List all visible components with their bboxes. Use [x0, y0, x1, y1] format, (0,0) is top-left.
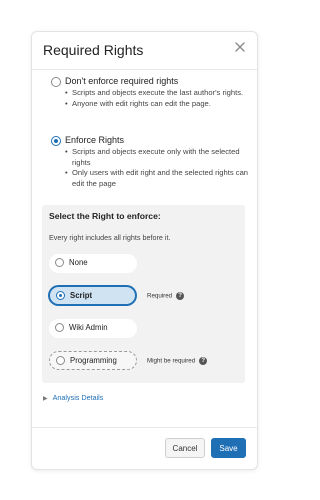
rights-panel: Select the Right to enforce: Every right… — [42, 205, 245, 383]
radio-enforce-rights[interactable] — [51, 136, 61, 146]
required-note: Required? — [147, 292, 185, 300]
right-label: None — [69, 258, 88, 267]
analysis-details-label: Analysis Details — [52, 393, 104, 402]
option-label: Don't enforce required rights — [65, 76, 179, 86]
radio-wiki-admin[interactable] — [55, 323, 64, 332]
right-option-wiki-admin[interactable]: Wiki Admin — [49, 319, 137, 338]
header-divider — [32, 69, 257, 70]
note-text: Required — [147, 292, 173, 300]
right-option-none[interactable]: None — [49, 254, 137, 273]
bullet-text: Only users with edit right and the selec… — [65, 168, 255, 189]
panel-subtitle: Every right includes all rights before i… — [49, 233, 171, 242]
analysis-details-toggle[interactable]: ▶ Analysis Details — [43, 393, 103, 402]
bullet-text: Anyone with edit rights can edit the pag… — [65, 99, 255, 110]
help-icon[interactable]: ? — [176, 292, 185, 300]
right-label: Programming — [70, 356, 117, 365]
option-description: Scripts and objects execute only with th… — [65, 147, 255, 189]
right-label: Wiki Admin — [69, 323, 108, 332]
radio-dont-enforce[interactable] — [51, 77, 61, 87]
dialog-title: Required Rights — [43, 42, 144, 58]
cancel-button[interactable]: Cancel — [165, 438, 205, 458]
chevron-right-icon: ▶ — [43, 396, 48, 402]
right-option-script[interactable]: Script — [49, 286, 136, 305]
close-icon[interactable] — [232, 39, 248, 55]
radio-none[interactable] — [55, 258, 64, 267]
option-description: Scripts and objects execute the last aut… — [65, 88, 255, 109]
radio-programming[interactable] — [56, 356, 65, 365]
option-label: Enforce Rights — [65, 135, 125, 145]
might-be-required-note: Might be required? — [147, 357, 208, 365]
dialog-header: Required Rights — [32, 32, 257, 69]
required-rights-dialog: Required Rights Don't enforce required r… — [31, 31, 258, 470]
right-option-programming[interactable]: Programming — [49, 351, 137, 370]
radio-script[interactable] — [56, 291, 65, 300]
right-label: Script — [70, 291, 93, 300]
footer-divider — [32, 427, 257, 428]
note-text: Might be required — [147, 357, 196, 365]
help-icon[interactable]: ? — [199, 357, 208, 365]
panel-title: Select the Right to enforce: — [49, 211, 161, 221]
bullet-text: Scripts and objects execute the last aut… — [65, 88, 255, 99]
save-button[interactable]: Save — [211, 438, 246, 458]
bullet-text: Scripts and objects execute only with th… — [65, 147, 255, 168]
